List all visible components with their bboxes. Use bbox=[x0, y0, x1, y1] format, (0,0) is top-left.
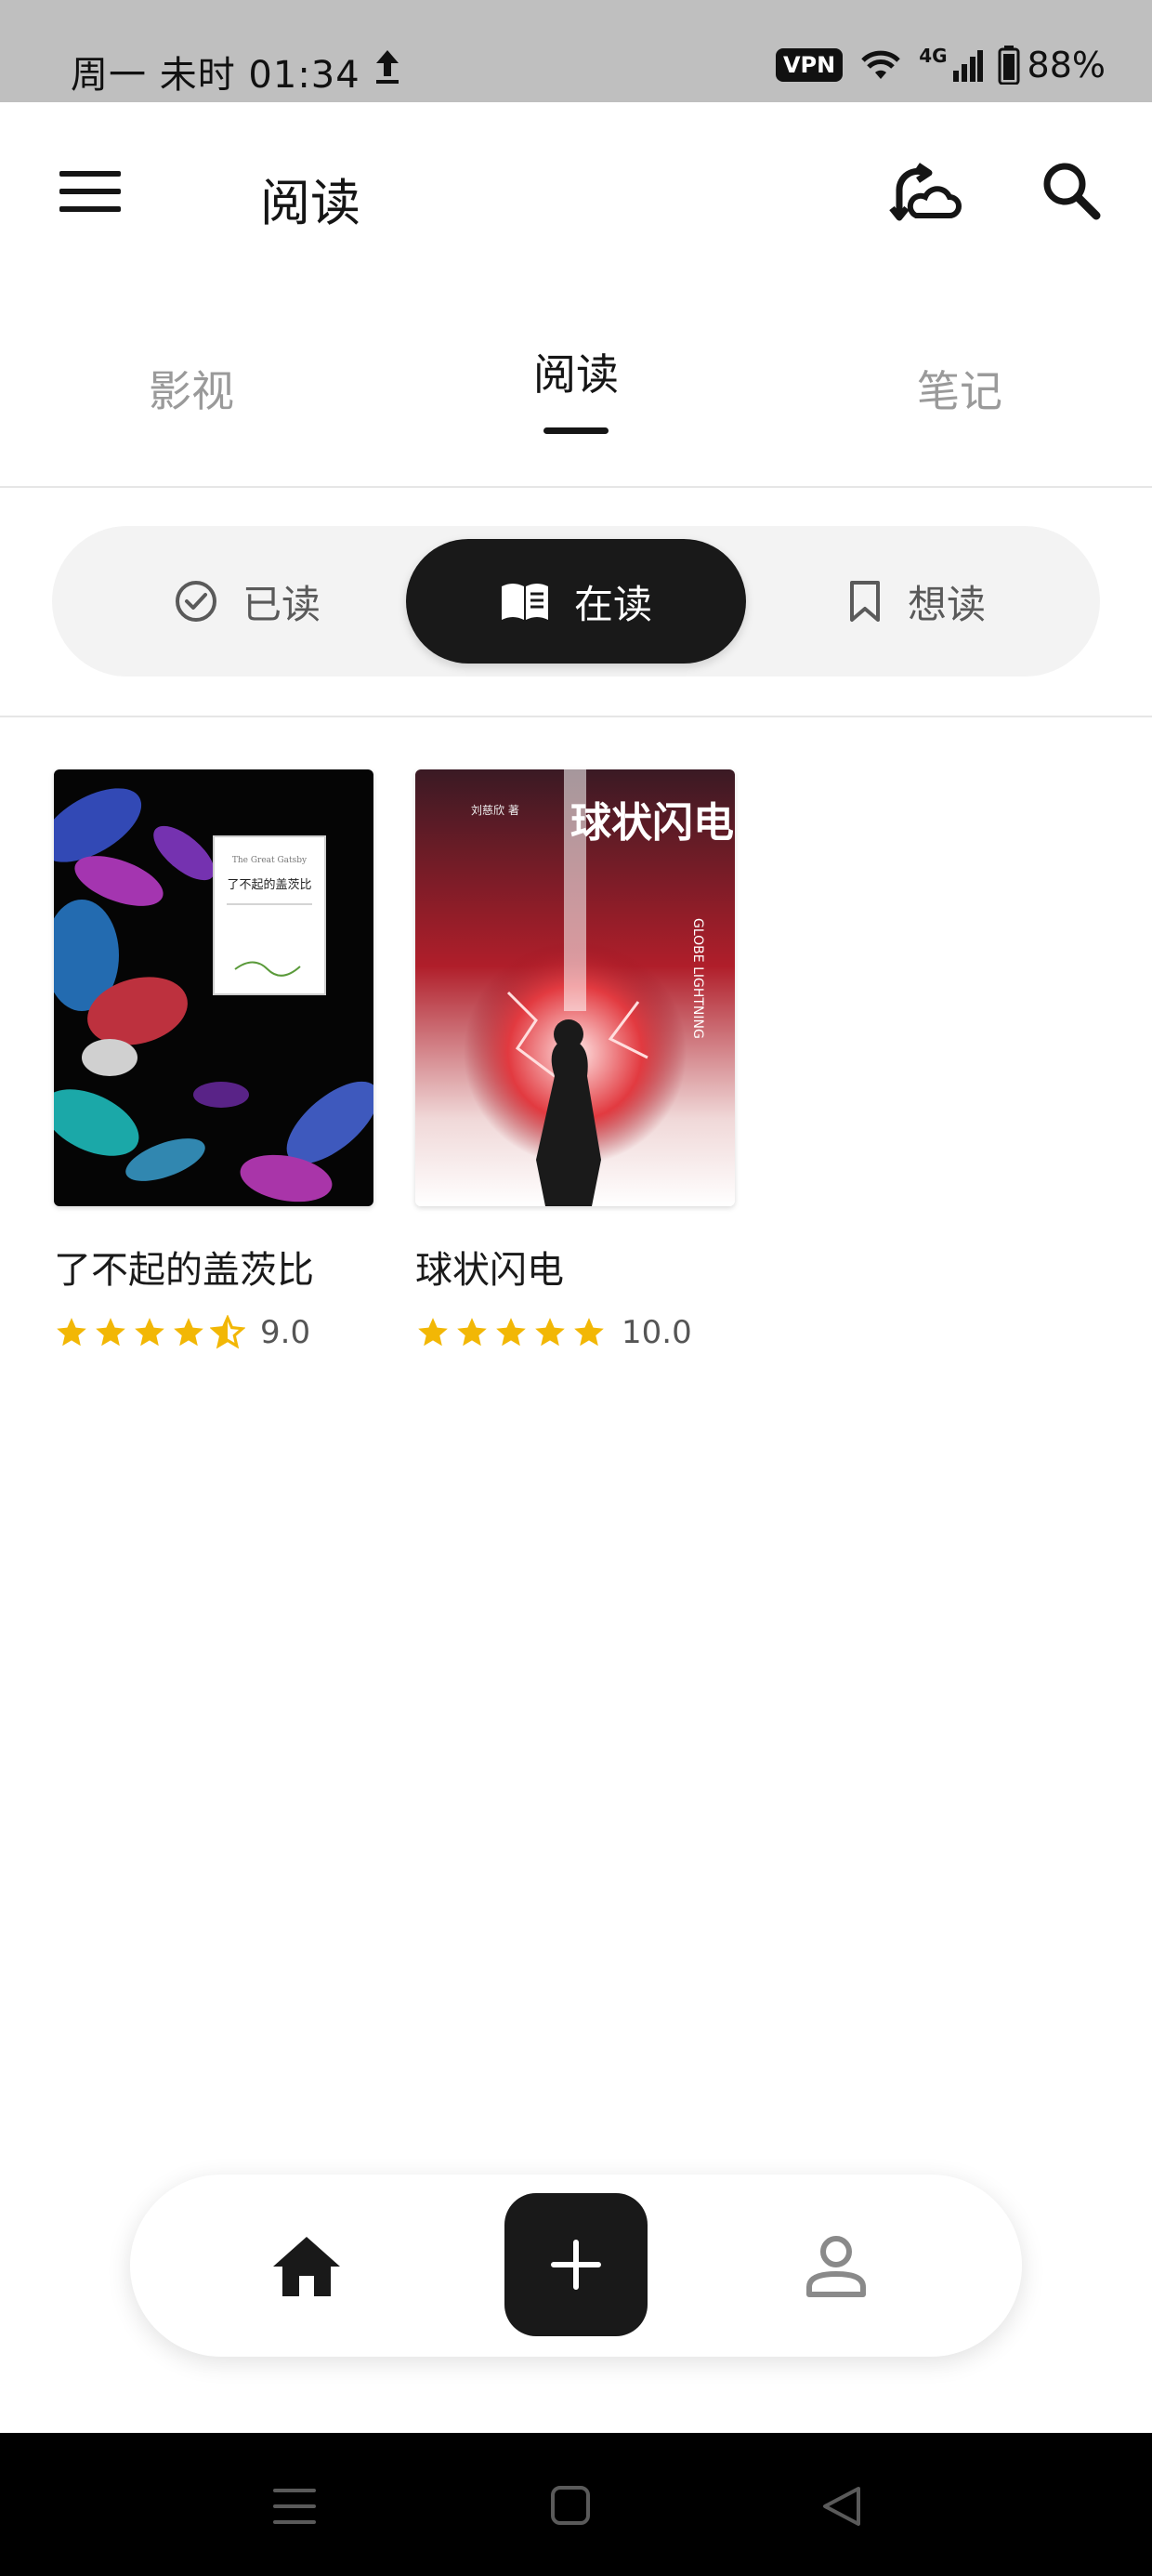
status-time: 周一 未时 01:34 bbox=[71, 54, 360, 97]
divider bbox=[0, 716, 1152, 717]
battery-level: 88% bbox=[1027, 45, 1106, 85]
nav-profile[interactable] bbox=[799, 2228, 873, 2303]
home-icon bbox=[273, 2237, 340, 2296]
signal-icon bbox=[952, 50, 983, 82]
half-star-icon bbox=[210, 1315, 245, 1349]
cover-author: 刘慈欣 著 bbox=[471, 803, 519, 817]
book-rating: 10.0 bbox=[415, 1314, 735, 1351]
tab-bar: 影视 阅读 笔记 bbox=[0, 321, 1152, 441]
book-title[interactable]: 球状闪电 bbox=[415, 1240, 735, 1294]
tab-reading[interactable]: 阅读 bbox=[533, 341, 619, 402]
filter-reading[interactable]: 在读 bbox=[406, 539, 746, 664]
book-title[interactable]: 了不起的盖茨比 bbox=[54, 1240, 373, 1294]
globe-lightning-cover-art: 球状闪电 刘慈欣 著 GLOBE LIGHTNING bbox=[415, 769, 735, 1206]
status-bar: 周一 未时 01:34 VPN 4G 88% bbox=[0, 0, 1152, 102]
star-icon bbox=[96, 1318, 125, 1347]
gatsby-cover-art: The Great Gatsby 了不起的盖茨比 bbox=[54, 769, 373, 1206]
filter-read-label: 已读 bbox=[242, 581, 321, 627]
network-type: 4G bbox=[919, 45, 948, 67]
filter-want[interactable]: 想读 bbox=[758, 526, 1074, 677]
book-rating: 9.0 bbox=[54, 1314, 373, 1351]
star-icon bbox=[574, 1318, 604, 1347]
rating-value: 10.0 bbox=[622, 1314, 692, 1351]
sync-icon[interactable] bbox=[888, 162, 962, 227]
app-bar: 阅读 bbox=[0, 102, 1152, 288]
check-circle-icon bbox=[175, 581, 216, 622]
tab-indicator bbox=[543, 427, 609, 434]
person-icon bbox=[806, 2236, 866, 2297]
upload-icon bbox=[376, 50, 399, 84]
cover-en-title: GLOBE LIGHTNING bbox=[690, 918, 705, 1039]
rating-value: 9.0 bbox=[260, 1314, 311, 1351]
star-icon bbox=[174, 1318, 203, 1347]
book-card[interactable]: 球状闪电 刘慈欣 著 GLOBE LIGHTNING 球状闪电 10.0 bbox=[415, 769, 735, 1351]
wifi-icon bbox=[861, 50, 900, 79]
star-icon bbox=[535, 1318, 565, 1347]
bookmark-icon bbox=[849, 581, 880, 622]
system-nav-bar bbox=[0, 2433, 1152, 2576]
cover-title: 了不起的盖茨比 bbox=[227, 877, 311, 892]
bottom-nav bbox=[130, 2175, 1022, 2357]
square-icon[interactable] bbox=[550, 2485, 591, 2526]
cover-title: 球状闪电 bbox=[570, 799, 734, 847]
star-icon bbox=[418, 1318, 448, 1347]
plus-icon bbox=[551, 2240, 601, 2290]
filter-want-label: 想读 bbox=[907, 581, 986, 627]
star-icon bbox=[496, 1318, 526, 1347]
star-icon bbox=[135, 1318, 164, 1347]
nav-home[interactable] bbox=[269, 2228, 344, 2303]
book-cover[interactable]: 球状闪电 刘慈欣 著 GLOBE LIGHTNING bbox=[415, 769, 735, 1206]
battery-icon bbox=[998, 46, 1020, 85]
book-card[interactable]: The Great Gatsby 了不起的盖茨比 了不起的盖茨比 9.0 bbox=[54, 769, 373, 1351]
search-icon[interactable] bbox=[1041, 160, 1102, 221]
star-icon bbox=[57, 1318, 86, 1347]
tab-notes[interactable]: 笔记 bbox=[917, 358, 1002, 419]
vpn-badge: VPN bbox=[775, 48, 844, 82]
back-triangle-icon[interactable] bbox=[821, 2485, 862, 2528]
filter-read[interactable]: 已读 bbox=[89, 526, 405, 677]
divider bbox=[0, 486, 1152, 488]
cover-en-title: The Great Gatsby bbox=[232, 856, 308, 865]
status-filter: 已读 在读 想读 bbox=[52, 526, 1100, 677]
tab-movies[interactable]: 影视 bbox=[149, 358, 234, 419]
menu-icon[interactable] bbox=[59, 169, 121, 214]
menu-lines-icon[interactable] bbox=[271, 2487, 318, 2526]
page-title: 阅读 bbox=[260, 174, 360, 232]
filter-reading-label: 在读 bbox=[573, 581, 652, 627]
status-icons: VPN 4G 88% bbox=[775, 45, 1106, 85]
star-icon bbox=[457, 1318, 487, 1347]
open-book-icon bbox=[501, 584, 548, 620]
book-cover[interactable]: The Great Gatsby 了不起的盖茨比 bbox=[54, 769, 373, 1206]
add-button[interactable] bbox=[504, 2193, 648, 2336]
